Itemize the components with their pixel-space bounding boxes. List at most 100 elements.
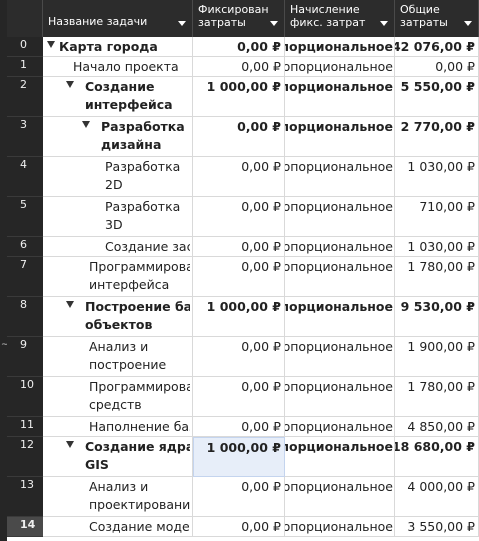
row-number[interactable]: 12 <box>7 437 43 477</box>
total-cost-cell[interactable]: 42 076,00 ₽ <box>395 37 479 57</box>
task-name-cell[interactable]: Создание модели <box>43 517 193 537</box>
task-name-cell[interactable]: Программирование интерфейса <box>43 257 193 297</box>
table-row[interactable]: 4 Разработка 2D 0,00 ₽ Пропорциональное 1 03… <box>7 157 479 197</box>
fixed-cost-cell[interactable]: 0,00 ₽ <box>193 117 285 157</box>
fixed-cost-cell[interactable]: 1 000,00 ₽ <box>193 437 285 477</box>
accrual-cell[interactable]: Пропорциональное <box>285 377 395 417</box>
task-name-cell[interactable]: Разработка дизайна <box>43 117 193 157</box>
total-cost-cell[interactable]: 1 900,00 ₽ <box>395 337 479 377</box>
collapse-triangle-icon[interactable] <box>66 81 74 88</box>
accrual-cell[interactable]: Пропорциональное <box>285 257 395 297</box>
table-row[interactable]: 12 Создание ядра GIS 1 000,00 ₽ Пропорциона… <box>7 437 479 477</box>
collapse-triangle-icon[interactable] <box>66 301 74 308</box>
total-cost-cell[interactable]: 5 550,00 ₽ <box>395 77 479 117</box>
accrual-cell[interactable]: Пропорциональное <box>285 197 395 237</box>
row-number[interactable]: 7 <box>7 257 43 297</box>
table-row[interactable]: 10 Программирование средств 0,00 ₽ Пропорци… <box>7 377 479 417</box>
accrual-cell[interactable]: Пропорциональное <box>285 417 395 437</box>
row-number[interactable]: 6 <box>7 237 43 257</box>
accrual-cell[interactable]: Пропорциональное <box>285 477 395 517</box>
table-row[interactable]: 1 Начало проекта 0,00 ₽ Пропорциональное 0,0… <box>7 57 479 77</box>
row-number[interactable]: 8 <box>7 297 43 337</box>
row-number[interactable]: 5 <box>7 197 43 237</box>
fixed-cost-cell[interactable]: 0,00 ₽ <box>193 157 285 197</box>
accrual-cell[interactable]: Пропорциональное <box>285 37 395 57</box>
fixed-cost-cell[interactable]: 0,00 ₽ <box>193 257 285 297</box>
fixed-cost-cell[interactable]: 0,00 ₽ <box>193 197 285 237</box>
row-number[interactable]: 13 <box>7 477 43 517</box>
fixed-cost-cell[interactable]: 0,00 ₽ <box>193 57 285 77</box>
table-row[interactable]: 2 Создание интерфейса 1 000,00 ₽ Пропорцион… <box>7 77 479 117</box>
task-name-cell[interactable]: Начало проекта <box>43 57 193 77</box>
accrual-cell[interactable]: Пропорциональное <box>285 77 395 117</box>
accrual-cell[interactable]: Пропорциональное <box>285 237 395 257</box>
total-cost-cell[interactable]: 2 770,00 ₽ <box>395 117 479 157</box>
accrual-cell[interactable]: Пропорциональное <box>285 57 395 77</box>
row-number-header[interactable] <box>7 0 43 37</box>
fixed-cost-cell[interactable]: 0,00 ₽ <box>193 377 285 417</box>
column-header-task-name[interactable]: Название задачи <box>43 0 193 37</box>
fixed-cost-cell[interactable]: 0,00 ₽ <box>193 337 285 377</box>
row-number[interactable]: 11 <box>7 417 43 437</box>
fixed-cost-cell[interactable]: 0,00 ₽ <box>193 237 285 257</box>
fixed-cost-cell[interactable]: 1 000,00 ₽ <box>193 77 285 117</box>
collapse-triangle-icon[interactable] <box>47 41 55 48</box>
total-cost-cell[interactable]: 4 850,00 ₽ <box>395 417 479 437</box>
accrual-cell[interactable]: Пропорциональное <box>285 437 395 477</box>
fixed-cost-cell[interactable]: 0,00 ₽ <box>193 477 285 517</box>
total-cost-cell[interactable]: 3 550,00 ₽ <box>395 517 479 537</box>
total-cost-cell[interactable]: 710,00 ₽ <box>395 197 479 237</box>
chevron-down-icon[interactable] <box>270 21 278 26</box>
chevron-down-icon[interactable] <box>464 21 472 26</box>
table-row[interactable]: 7 Программирование интерфейса 0,00 ₽ Пропор… <box>7 257 479 297</box>
total-cost-cell[interactable]: 18 680,00 ₽ <box>395 437 479 477</box>
task-name-cell[interactable]: Наполнение базы <box>43 417 193 437</box>
task-name-cell[interactable]: Анализ и проектирование <box>43 477 193 517</box>
table-row[interactable]: 8 Построение базы объектов 1 000,00 ₽ Пропо… <box>7 297 479 337</box>
row-number[interactable]: 4 <box>7 157 43 197</box>
row-number[interactable]: 2 <box>7 77 43 117</box>
total-cost-cell[interactable]: 1 030,00 ₽ <box>395 237 479 257</box>
task-name-cell[interactable]: Разработка 3D <box>43 197 193 237</box>
accrual-cell[interactable]: Пропорциональное <box>285 297 395 337</box>
row-number[interactable]: 0 <box>7 37 43 57</box>
table-row[interactable]: 6 Создание заставки 0,00 ₽ Пропорциональное… <box>7 237 479 257</box>
row-number[interactable]: 3 <box>7 117 43 157</box>
total-cost-cell[interactable]: 9 530,00 ₽ <box>395 297 479 337</box>
total-cost-cell[interactable]: 1 780,00 ₽ <box>395 377 479 417</box>
total-cost-cell[interactable]: 4 000,00 ₽ <box>395 477 479 517</box>
table-row[interactable]: 5 Разработка 3D 0,00 ₽ Пропорциональное 710,… <box>7 197 479 237</box>
row-number[interactable]: 10 <box>7 377 43 417</box>
task-name-cell[interactable]: Создание заставки <box>43 237 193 257</box>
fixed-cost-cell[interactable]: 1 000,00 ₽ <box>193 297 285 337</box>
collapse-triangle-icon[interactable] <box>66 441 74 448</box>
table-row[interactable]: 14 Создание модели 0,00 ₽ Пропорциональное 3… <box>7 517 479 537</box>
accrual-cell[interactable]: Пропорциональное <box>285 337 395 377</box>
accrual-cell[interactable]: Пропорциональное <box>285 117 395 157</box>
table-row[interactable]: 13 Анализ и проектирование 0,00 ₽ Пропорцио… <box>7 477 479 517</box>
accrual-cell[interactable]: Пропорциональное <box>285 157 395 197</box>
table-row[interactable]: 9 Анализ и построение 0,00 ₽ Пропорциональн… <box>7 337 479 377</box>
fixed-cost-cell[interactable]: 0,00 ₽ <box>193 517 285 537</box>
column-header-total-cost[interactable]: Общие затраты <box>395 0 479 37</box>
task-name-cell[interactable]: Разработка 2D <box>43 157 193 197</box>
chevron-down-icon[interactable] <box>380 21 388 26</box>
accrual-cell[interactable]: Пропорциональное <box>285 517 395 537</box>
task-name-cell[interactable]: Программирование средств <box>43 377 193 417</box>
task-name-cell[interactable]: Построение базы объектов <box>43 297 193 337</box>
task-name-cell[interactable]: Карта города <box>43 37 193 57</box>
collapse-triangle-icon[interactable] <box>82 121 90 128</box>
task-name-cell[interactable]: Анализ и построение <box>43 337 193 377</box>
column-header-fixed-cost[interactable]: Фиксированные затраты <box>193 0 285 37</box>
table-row[interactable]: 3 Разработка дизайна 0,00 ₽ Пропорционально… <box>7 117 479 157</box>
chevron-down-icon[interactable] <box>178 21 186 26</box>
total-cost-cell[interactable]: 0,00 ₽ <box>395 57 479 77</box>
row-number[interactable]: 14 <box>7 517 43 537</box>
total-cost-cell[interactable]: 1 030,00 ₽ <box>395 157 479 197</box>
fixed-cost-cell[interactable]: 0,00 ₽ <box>193 37 285 57</box>
table-row[interactable]: 11 Наполнение базы 0,00 ₽ Пропорциональное 4… <box>7 417 479 437</box>
row-number[interactable]: 9 <box>7 337 43 377</box>
total-cost-cell[interactable]: 1 780,00 ₽ <box>395 257 479 297</box>
task-name-cell[interactable]: Создание ядра GIS <box>43 437 193 477</box>
row-number[interactable]: 1 <box>7 57 43 77</box>
